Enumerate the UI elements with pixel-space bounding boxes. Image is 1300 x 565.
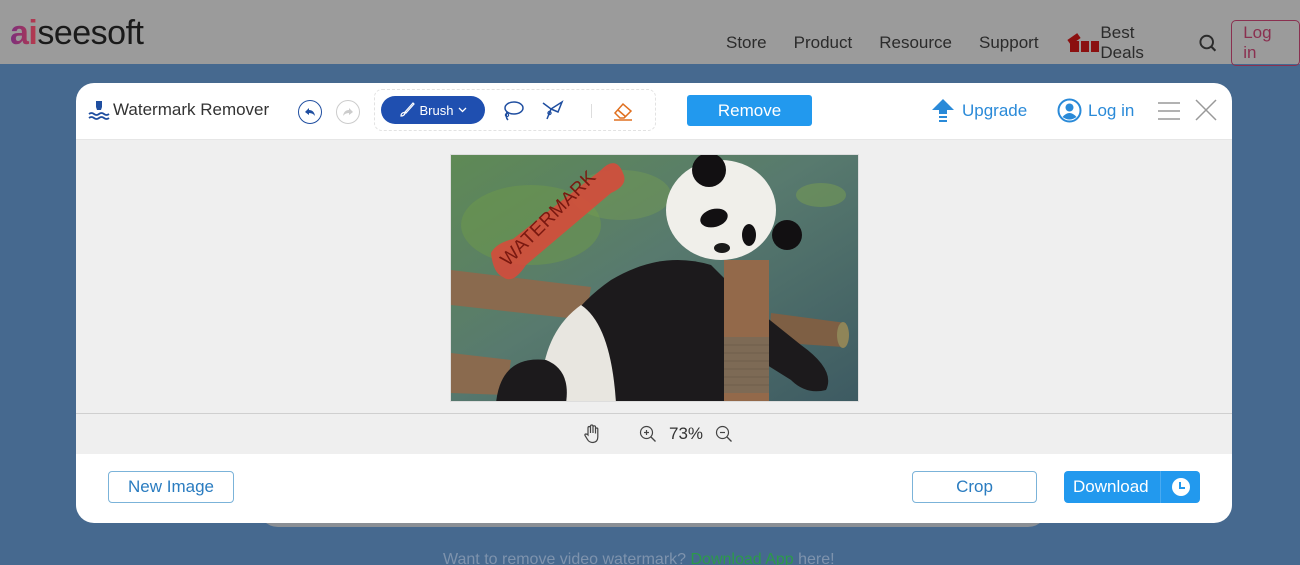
new-image-button[interactable]: New Image (108, 471, 234, 503)
nav-best-deals[interactable]: Best Deals (1066, 23, 1180, 63)
undo-icon (305, 108, 315, 116)
download-app-link[interactable]: Download App (691, 551, 794, 565)
selection-tools: Brush (374, 89, 656, 131)
site-header: ai seesoft Store Product Resource Support… (0, 0, 1300, 66)
video-watermark-hint: Want to remove video watermark? Download… (443, 551, 835, 565)
watermark-logo-icon (88, 101, 110, 120)
crop-button[interactable]: Crop (912, 471, 1037, 503)
app-title: Watermark Remover (88, 99, 269, 121)
panda-image[interactable]: WATERMARK (450, 154, 859, 402)
hand-pan-icon[interactable] (583, 424, 601, 444)
lasso-icon[interactable] (501, 99, 525, 123)
nav-product[interactable]: Product (794, 33, 853, 53)
brush-icon (399, 102, 415, 117)
close-icon[interactable] (1194, 98, 1218, 122)
search-icon[interactable] (1198, 33, 1217, 53)
download-divider (1160, 471, 1161, 503)
zoom-level: 73% (669, 424, 704, 443)
image-canvas[interactable]: WATERMARK (76, 139, 1232, 414)
download-button[interactable]: Download (1064, 471, 1200, 503)
watermark-remover-modal: Watermark Remover Brush Remove Upgrade L… (76, 83, 1232, 523)
nav-support[interactable]: Support (979, 33, 1039, 53)
upgrade-button[interactable]: Upgrade (930, 98, 1027, 124)
brush-tool-button[interactable]: Brush (381, 96, 485, 124)
redo-button[interactable] (336, 100, 360, 124)
site-login-button[interactable]: Log in (1231, 20, 1300, 66)
nav-resource[interactable]: Resource (879, 33, 952, 53)
user-icon (1057, 98, 1082, 123)
site-nav: Store Product Resource Support Best Deal… (726, 20, 1300, 66)
modal-toolbar: Watermark Remover Brush Remove Upgrade L… (76, 83, 1232, 139)
polygonal-lasso-icon[interactable] (541, 99, 565, 123)
upgrade-arrow-icon (932, 99, 954, 122)
undo-button[interactable] (298, 100, 322, 124)
zoom-out-icon[interactable] (715, 425, 733, 443)
gift-icon (1066, 33, 1099, 52)
modal-login-button[interactable]: Log in (1057, 98, 1134, 123)
chevron-down-icon (459, 107, 467, 113)
zoom-in-icon[interactable] (639, 425, 657, 443)
redo-icon (343, 108, 353, 116)
panda-photo: WATERMARK (451, 155, 858, 401)
zoom-controls: 73% (583, 424, 745, 444)
nav-store[interactable]: Store (726, 33, 767, 53)
menu-icon[interactable] (1157, 101, 1181, 121)
aiseesoft-logo[interactable]: ai seesoft (10, 14, 144, 53)
zoom-bar: 73% (76, 414, 1232, 454)
tool-divider (591, 104, 592, 118)
eraser-icon[interactable] (611, 99, 635, 123)
remove-button[interactable]: Remove (687, 95, 812, 126)
clock-history-icon[interactable] (1171, 477, 1191, 497)
